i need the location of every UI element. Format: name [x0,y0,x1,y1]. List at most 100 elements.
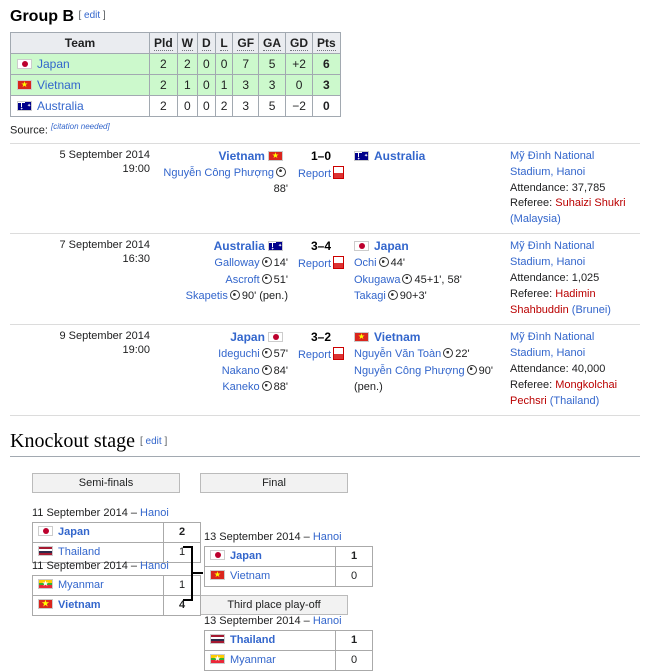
scorer-name[interactable]: Galloway [214,257,259,269]
semifinal-1-date: 11 September 2014 – Hanoi [32,506,169,519]
report-block[interactable]: Report [294,165,348,180]
scorer-name[interactable]: Takagi [354,290,386,302]
japan-flag [210,550,225,561]
semifinal-2-date: 11 September 2014 – Hanoi [32,559,169,572]
away-team-block: ✦ ✦ Australia [348,149,504,229]
football-icon [261,348,272,359]
edit-section-knockout[interactable]: [ edit ] [140,436,167,447]
home-team-link[interactable]: Australia [214,239,265,253]
scorer-minute: 45+1', 58' [414,273,462,286]
cell-w: 1 [176,74,199,96]
edit-section-group[interactable]: [ edit ] [78,10,105,21]
report-block[interactable]: Report [294,256,348,270]
bracket-team-link[interactable]: Thailand [58,546,100,558]
report-link[interactable]: Report [298,258,331,270]
thailand-flag [210,634,225,645]
knockout-bracket: Semi-finals Final Third place play-off 1… [10,467,640,671]
score-block: 3–4 Report [294,239,348,319]
bracket-score: 0 [335,649,373,671]
team-cell: ✦ ✦ Australia [10,95,150,117]
cell-pld: 2 [149,74,178,96]
bracket-team-link[interactable]: Thailand [230,634,275,646]
report-link[interactable]: Report [298,349,331,361]
scorer-name[interactable]: Nguyễn Công Phượng [163,167,274,179]
city-link[interactable]: Hanoi [140,507,169,519]
scorer-name[interactable]: Ascroft [225,274,259,286]
standings-row: Japan 2 2 0 0 7 5 +2 6 [10,53,341,75]
report-link[interactable]: Report [298,168,331,180]
japan-flag [17,59,32,69]
stadium-link[interactable]: Mỹ Đình National Stadium, Hanoi [510,150,594,178]
cell-pts: 3 [312,74,341,96]
scorer-entry: Nakano 84' [158,363,288,380]
score-block: 1–0 Report [294,149,348,229]
away-team-link[interactable]: Australia [374,149,425,163]
away-team-link[interactable]: Vietnam [374,330,420,344]
bracket-team-link[interactable]: Myanmar [230,654,276,666]
team-link[interactable]: Japan [37,57,70,71]
bracket-team-link[interactable]: Myanmar [58,579,104,591]
bracket-score: 2 [163,521,201,543]
scorer-entry: Takagi 90+3' [354,288,504,305]
cell-d: 0 [197,53,216,75]
scorer-name[interactable]: Nakano [222,365,260,377]
city-link[interactable]: Hanoi [313,615,342,627]
match-row: 9 September 2014 19:00 Japan Ideguchi 57' Na… [10,324,640,416]
edit-link[interactable]: edit [146,436,162,447]
final-match[interactable]: Japan 1 ★ Vietnam 0 [204,545,373,587]
scorer-minute: 51' [273,273,288,286]
scorer-minute: 88' [273,381,288,394]
semifinal-2-match[interactable]: ★ Myanmar 1 ★ Vietnam 4 [32,574,201,616]
match-datetime: 5 September 2014 19:00 [10,149,158,229]
home-team-link[interactable]: Japan [230,330,265,344]
away-team-link[interactable]: Japan [374,239,409,253]
match-score: 3–4 [310,239,332,254]
match-date: 5 September 2014 [59,148,150,161]
scorer-name[interactable]: Nguyễn Văn Toàn [354,348,441,360]
col-gd: GD [285,32,314,54]
scorer-name[interactable]: Ochi [354,257,377,269]
bracket-team-row: Thailand 1 [204,629,373,651]
scorer-name[interactable]: Nguyễn Công Phượng [354,365,465,377]
referee-country[interactable]: (Thailand) [550,395,600,407]
city-link[interactable]: Hanoi [140,560,169,572]
home-team-link[interactable]: Vietnam [218,149,264,163]
report-block[interactable]: Report [294,347,348,361]
edit-link[interactable]: edit [84,10,100,21]
bracket-team-link[interactable]: Vietnam [58,599,101,611]
referee-link[interactable]: Suhaizi Shukri [555,197,625,209]
scorer-entry: Nguyễn Công Phượng 90' (pen.) [354,363,504,396]
scorer-name[interactable]: Skapetis [186,290,228,302]
bracket-score: 1 [335,545,373,567]
japan-flag [38,526,53,537]
team-link[interactable]: Australia [37,99,84,113]
australia-flag: ✦ ✦ [17,101,32,111]
citation-needed[interactable]: [citation needed] [51,122,110,131]
scorer-minute: 57' [273,348,288,361]
bracket-team-link[interactable]: Japan [58,526,90,538]
team-link[interactable]: Vietnam [37,78,81,92]
scorer-name[interactable]: Ideguchi [218,348,260,360]
scorer-name[interactable]: Okugawa [354,274,400,286]
match-time: 19:00 [122,162,150,175]
football-icon [261,381,272,392]
stadium-link[interactable]: Mỹ Đình National Stadium, Hanoi [510,240,594,268]
vietnam-flag: ★ [38,599,53,610]
scorer-minute: 90' (pen.) [241,290,288,303]
bracket-team: ★ Myanmar [204,649,336,671]
bracket-team-link[interactable]: Japan [230,550,262,562]
referee-country[interactable]: (Brunei) [572,304,611,316]
attendance: Attendance: 40,000 [510,362,606,375]
team-cell: Japan [10,53,150,75]
referee-country[interactable]: (Malaysia) [510,213,561,225]
cell-gf: 7 [232,53,260,75]
bracket-team-link[interactable]: Vietnam [230,570,270,582]
third-place-match[interactable]: Thailand 1 ★ Myanmar 0 [204,629,373,671]
semifinal-1-match[interactable]: Japan 2 Thailand 1 [32,521,201,563]
stadium-link[interactable]: Mỹ Đình National Stadium, Hanoi [510,331,594,359]
bracket-team-row: ★ Myanmar 0 [204,649,373,671]
scorer-name[interactable]: Kaneko [222,381,259,393]
col-ga: GA [258,32,287,54]
city-link[interactable]: Hanoi [313,531,342,543]
away-team-block: Japan Ochi 44' Okugawa 45+1', 58' Takagi 90+3' [348,239,504,319]
